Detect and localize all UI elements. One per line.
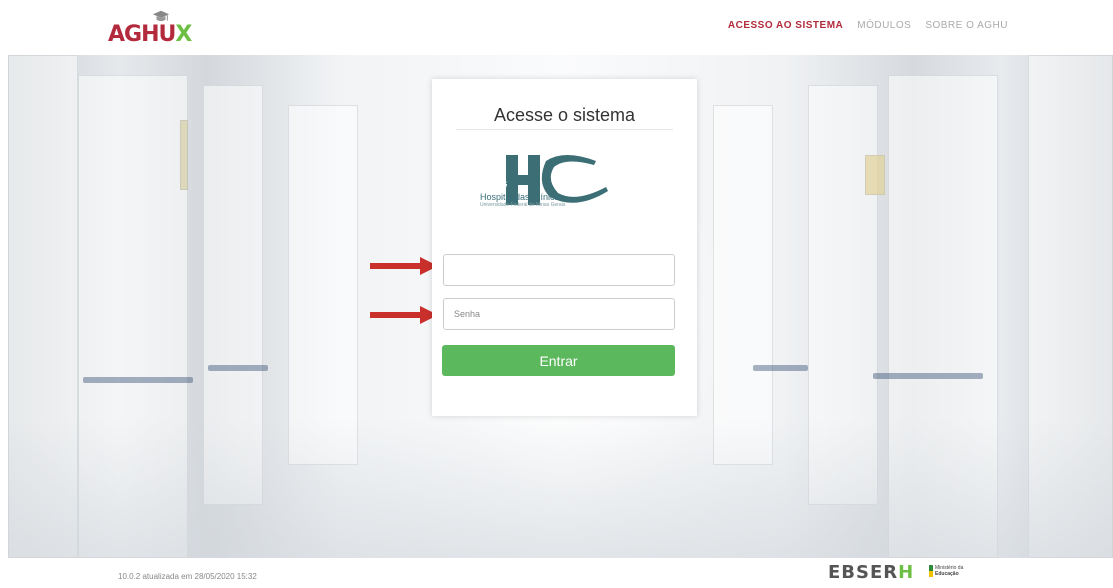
login-card: Acesse o sistema UFMG Hospital das Clíni…: [432, 79, 697, 416]
nav-sobre-o-aghu[interactable]: SOBRE O AGHU: [925, 20, 1008, 31]
arrow-right-icon: [370, 257, 438, 275]
institution-subtitle: Universidade Federal de Minas Gerais: [480, 202, 566, 208]
divider: [456, 129, 673, 130]
ebserh-logo: EBSERH: [828, 562, 915, 583]
institution-name: Hospital das Clínicas: [480, 192, 565, 202]
version-info: 10.0.2 atualizada em 28/05/2020 15:32: [118, 572, 257, 581]
login-title: Acesse o sistema: [493, 105, 636, 125]
arrow-right-icon: [370, 306, 438, 324]
entrar-button[interactable]: Entrar: [442, 345, 675, 376]
main-nav: ACESSO AO SISTEMA MÓDULOS SOBRE O AGHU: [728, 20, 1008, 31]
username-input[interactable]: [443, 254, 675, 286]
nav-modulos[interactable]: MÓDULOS: [857, 20, 911, 31]
logo-text: AGHUX: [108, 22, 192, 47]
aghux-logo[interactable]: AGHUX: [108, 8, 192, 48]
password-input[interactable]: [443, 298, 675, 330]
nav-acesso-ao-sistema[interactable]: ACESSO AO SISTEMA: [728, 20, 843, 31]
flag-icon: [929, 565, 933, 577]
ministerio-educacao-logo: Ministério da Educação: [929, 565, 975, 577]
ufmg-label: UFMG: [484, 180, 508, 189]
top-header: AGHUX ACESSO AO SISTEMA MÓDULOS SOBRE O …: [0, 0, 1113, 55]
